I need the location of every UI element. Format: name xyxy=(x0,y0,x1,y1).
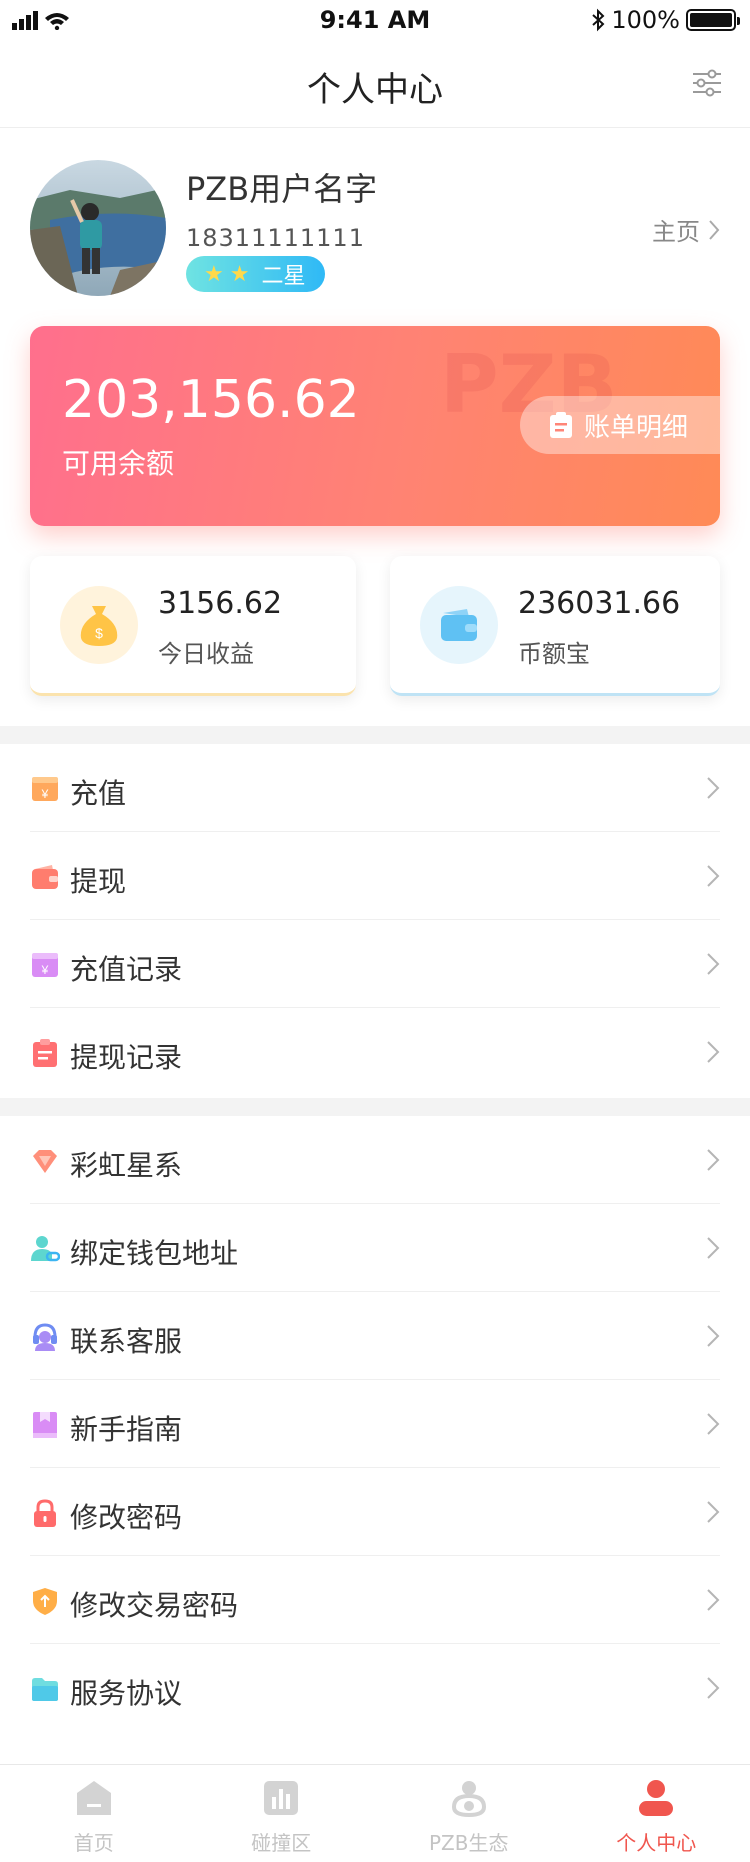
nav-bar: 个人中心 xyxy=(0,40,750,128)
level-badge: ★ ★ 二星 xyxy=(186,256,326,292)
today-earnings-label: 今日收益 xyxy=(158,640,254,668)
menu-label: 充值 xyxy=(70,777,127,810)
chevron-right-icon xyxy=(707,1677,720,1699)
chevron-right-icon xyxy=(709,219,720,240)
person-icon xyxy=(639,1780,674,1816)
ecosystem-icon xyxy=(451,1781,486,1818)
menu-item-rainbow-galaxy[interactable]: 彩虹星系 xyxy=(0,1116,750,1204)
balance-amount: 203,156.62 xyxy=(62,370,360,430)
menu-label: 提现 xyxy=(70,865,127,898)
menu-label: 提现记录 xyxy=(70,1041,183,1074)
menu-item-service-agreement[interactable]: 服务协议 xyxy=(0,1644,750,1732)
tab-bar: 首页 碰撞区 PZB生态 个人中心 xyxy=(0,1764,750,1862)
coin-treasure-label: 币额宝 xyxy=(518,640,590,668)
recharge-icon: ¥ xyxy=(32,777,58,801)
menu-label: 新手指南 xyxy=(70,1413,183,1446)
guide-book-icon xyxy=(33,1412,57,1438)
lock-icon xyxy=(34,1499,56,1527)
menu-item-change-trade-password[interactable]: 修改交易密码 xyxy=(0,1556,750,1644)
home-icon xyxy=(76,1781,111,1815)
tab-label: 个人中心 xyxy=(616,1831,697,1855)
chevron-right-icon xyxy=(707,1501,720,1523)
shield-icon xyxy=(33,1588,57,1615)
menu-label: 修改密码 xyxy=(70,1501,183,1534)
headset-icon xyxy=(33,1323,57,1351)
today-earnings-card[interactable]: $ 3156.62 今日收益 xyxy=(30,556,356,696)
chevron-right-icon xyxy=(707,1041,720,1063)
home-link[interactable]: 主页 xyxy=(652,212,720,247)
tab-pzb-ecosystem[interactable]: PZB生态 xyxy=(375,1765,563,1862)
battery-icon xyxy=(686,9,740,31)
bill-detail-button[interactable]: 账单明细 xyxy=(520,396,720,454)
menu-label: 修改交易密码 xyxy=(70,1589,239,1622)
withdraw-wallet-icon xyxy=(32,865,58,889)
balance-card: PZB 203,156.62 可用余额 账单明细 xyxy=(30,326,720,526)
menu-item-customer-service[interactable]: 联系客服 xyxy=(0,1292,750,1380)
bluetooth-icon xyxy=(592,8,605,32)
money-bag-icon: $ xyxy=(60,586,138,664)
level-label: 二星 xyxy=(261,264,306,289)
menu-item-change-password[interactable]: 修改密码 xyxy=(0,1468,750,1556)
tab-profile[interactable]: 个人中心 xyxy=(563,1765,750,1862)
svg-text:¥: ¥ xyxy=(41,963,49,977)
today-earnings-value: 3156.62 xyxy=(158,586,283,621)
svg-text:¥: ¥ xyxy=(41,787,49,801)
chevron-right-icon xyxy=(707,777,720,799)
menu-label: 充值记录 xyxy=(70,953,183,986)
avatar[interactable] xyxy=(30,160,166,296)
clipboard-icon xyxy=(550,412,572,438)
user-name: PZB用户名字 xyxy=(186,170,378,208)
menu-label: 联系客服 xyxy=(70,1325,183,1358)
chevron-right-icon xyxy=(707,1149,720,1171)
diamond-icon xyxy=(33,1150,57,1173)
withdraw-record-icon xyxy=(33,1039,57,1067)
menu-label: 彩虹星系 xyxy=(70,1149,183,1182)
section-divider xyxy=(0,1098,750,1116)
menu-item-withdraw[interactable]: 提现 xyxy=(0,832,750,920)
menu-item-withdraw-record[interactable]: 提现记录 xyxy=(0,1008,750,1096)
tab-label: 碰撞区 xyxy=(251,1831,312,1855)
balance-label: 可用余额 xyxy=(62,447,175,480)
recharge-record-icon: ¥ xyxy=(32,953,58,977)
svg-text:$: $ xyxy=(95,625,103,641)
status-right: 100% xyxy=(591,6,740,34)
chevron-right-icon xyxy=(707,1413,720,1435)
menu-label: 绑定钱包地址 xyxy=(70,1237,239,1270)
menu-item-beginner-guide[interactable]: 新手指南 xyxy=(0,1380,750,1468)
star-icon: ★ xyxy=(204,261,224,287)
tab-collision-zone[interactable]: 碰撞区 xyxy=(188,1765,376,1862)
menu-item-recharge-record[interactable]: ¥ 充值记录 xyxy=(0,920,750,1008)
tab-home[interactable]: 首页 xyxy=(0,1765,188,1862)
page-title: 个人中心 xyxy=(307,70,443,110)
tab-label: 首页 xyxy=(73,1831,114,1855)
coin-treasure-value: 236031.66 xyxy=(518,586,681,621)
home-link-label: 主页 xyxy=(652,218,700,246)
menu-label: 服务协议 xyxy=(70,1677,183,1710)
menu-item-bind-wallet[interactable]: 绑定钱包地址 xyxy=(0,1204,750,1292)
user-phone: 18311111111 xyxy=(186,224,365,252)
wallet-icon xyxy=(420,586,498,664)
folder-icon xyxy=(32,1678,58,1701)
coin-treasure-card[interactable]: 236031.66 币额宝 xyxy=(390,556,720,696)
chevron-right-icon xyxy=(707,1237,720,1259)
bill-detail-label: 账单明细 xyxy=(584,412,689,443)
user-link-icon xyxy=(31,1236,60,1262)
battery-percent: 100% xyxy=(611,6,680,34)
sliders-icon[interactable] xyxy=(690,66,724,100)
star-icon: ★ xyxy=(229,261,250,287)
chevron-right-icon xyxy=(707,1589,720,1611)
tab-label: PZB生态 xyxy=(429,1831,509,1855)
section-divider xyxy=(0,726,750,744)
chevron-right-icon xyxy=(707,953,720,975)
chevron-right-icon xyxy=(707,1325,720,1347)
menu-item-recharge[interactable]: ¥ 充值 xyxy=(0,744,750,832)
status-bar: 9:41 AM 100% xyxy=(0,0,750,40)
chevron-right-icon xyxy=(707,865,720,887)
bar-chart-icon xyxy=(264,1781,299,1815)
